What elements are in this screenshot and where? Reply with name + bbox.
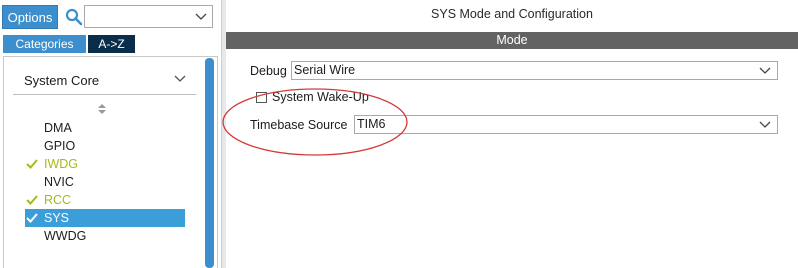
list-item-label: RCC — [44, 193, 72, 207]
timebase-source-label: Timebase Source — [250, 118, 348, 132]
check-icon — [26, 213, 38, 223]
list-item-rcc[interactable]: RCC — [25, 191, 185, 209]
chevron-down-icon[interactable] — [174, 74, 186, 83]
list-item-label: SYS — [44, 211, 70, 225]
list-item-label: NVIC — [44, 175, 74, 189]
search-icon[interactable] — [64, 7, 84, 27]
list-item-wwdg[interactable]: WWDG — [25, 227, 185, 245]
system-wakeup-label: System Wake-Up — [272, 90, 369, 104]
check-icon — [26, 195, 38, 205]
panel-title: SYS Mode and Configuration — [431, 7, 593, 21]
system-wakeup-checkbox[interactable] — [256, 92, 267, 103]
left-panel: Options Categories A->Z System Core DMA … — [0, 0, 221, 268]
list-item-sys[interactable]: SYS — [25, 209, 185, 227]
list-item-label: IWDG — [44, 157, 79, 171]
check-icon — [26, 159, 38, 169]
list-item-iwdg[interactable]: IWDG — [25, 155, 185, 173]
scrollbar[interactable] — [205, 58, 214, 268]
timebase-source-select[interactable]: TIM6 — [354, 115, 778, 134]
sort-icon[interactable] — [97, 103, 107, 115]
chevron-down-icon[interactable] — [759, 120, 771, 129]
list-item-gpio[interactable]: GPIO — [25, 137, 185, 155]
debug-select[interactable]: Serial Wire — [291, 61, 778, 80]
group-header-system-core[interactable]: System Core — [13, 64, 196, 95]
chevron-down-icon[interactable] — [759, 66, 771, 75]
list-item-nvic[interactable]: NVIC — [25, 173, 185, 191]
tab-a-to-z[interactable]: A->Z — [88, 35, 135, 53]
search-input[interactable] — [84, 5, 213, 28]
debug-select-value: Serial Wire — [294, 63, 356, 77]
list-item-label: GPIO — [44, 139, 76, 153]
list-item-label: DMA — [44, 121, 72, 135]
chevron-down-icon[interactable] — [195, 12, 207, 21]
tab-categories[interactable]: Categories — [3, 35, 86, 53]
mode-section-header[interactable]: Mode — [226, 32, 798, 49]
options-button[interactable]: Options — [2, 5, 58, 29]
group-label: System Core — [24, 73, 100, 88]
list-item-label: WWDG — [44, 229, 87, 243]
timebase-source-value: TIM6 — [357, 117, 386, 131]
list-item-dma[interactable]: DMA — [25, 119, 185, 137]
debug-label: Debug — [250, 64, 287, 78]
